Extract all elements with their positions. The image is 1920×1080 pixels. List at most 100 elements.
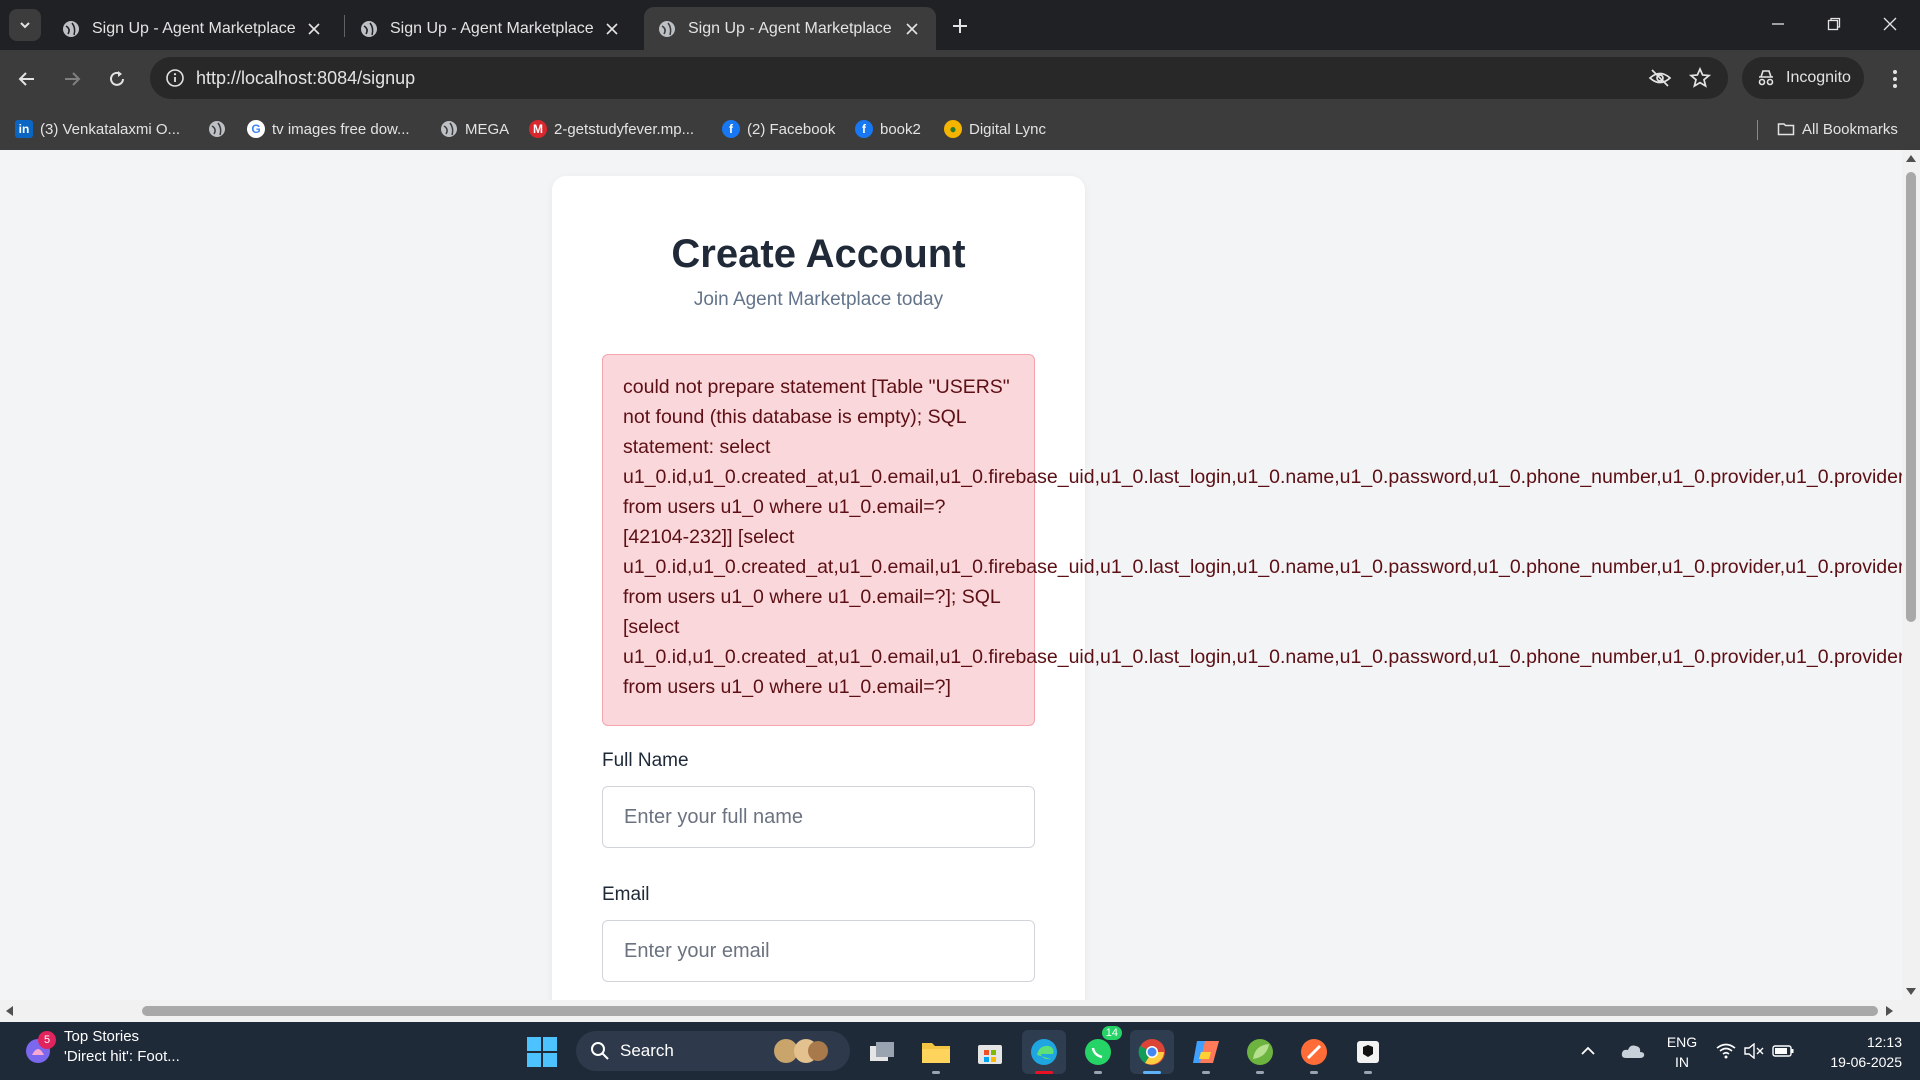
error-line: [select	[623, 616, 680, 638]
start-button[interactable]	[527, 1037, 557, 1072]
app-indicator	[1202, 1071, 1210, 1074]
error-line: could not prepare statement [Table "USER…	[623, 376, 1010, 398]
restore-button[interactable]	[1806, 0, 1862, 48]
browser-menu-button[interactable]	[1880, 64, 1910, 94]
all-bookmarks-label: All Bookmarks	[1802, 120, 1898, 138]
bookmark-label: tv images free dow...	[272, 120, 410, 138]
bookmark-mega[interactable]: MEGA	[440, 117, 509, 141]
scroll-down-icon[interactable]	[1906, 988, 1916, 996]
network-volume-battery-tray[interactable]	[1716, 1022, 1794, 1080]
back-button[interactable]	[10, 62, 44, 96]
spring-tool-button[interactable]	[1238, 1030, 1282, 1074]
system-clock[interactable]: 12:13 19-06-2025	[1812, 1032, 1902, 1072]
globe-icon	[361, 20, 377, 37]
onedrive-tray[interactable]	[1620, 1022, 1646, 1080]
news-headline: 'Direct hit': Foot...	[64, 1048, 180, 1065]
all-bookmarks-button[interactable]: All Bookmarks	[1777, 117, 1898, 141]
full-name-input[interactable]	[602, 786, 1035, 848]
incognito-badge[interactable]: Incognito	[1742, 57, 1864, 99]
scroll-right-icon[interactable]	[1886, 1006, 1894, 1016]
reload-button[interactable]	[100, 62, 134, 96]
eye-slash-icon[interactable]	[1648, 66, 1672, 95]
copilot-button[interactable]	[1184, 1030, 1228, 1074]
bookmark-label: MEGA	[465, 120, 510, 138]
globe-icon	[441, 121, 457, 137]
bookmark-globe[interactable]	[208, 117, 233, 141]
search-icon	[591, 1042, 609, 1060]
app-indicator	[932, 1071, 940, 1074]
arrow-left-icon	[18, 72, 34, 86]
bookmark-star-icon[interactable]	[1688, 66, 1712, 95]
close-icon[interactable]	[304, 19, 324, 39]
volume-muted-icon	[1744, 1043, 1764, 1059]
wifi-icon	[1716, 1043, 1736, 1059]
chevron-up-icon	[1581, 1046, 1595, 1055]
minimize-button[interactable]	[1750, 0, 1806, 48]
full-name-label: Full Name	[602, 750, 689, 771]
error-line: [42104-232]] [select	[623, 526, 795, 548]
taskbar-search[interactable]: Search	[576, 1031, 850, 1071]
bookmark-google[interactable]: G tv images free dow...	[247, 117, 410, 141]
bookmark-getstudyfever[interactable]: M 2-getstudyfever.mp...	[529, 117, 694, 141]
tab-title: Sign Up - Agent Marketplace	[92, 19, 296, 37]
cloud-icon	[1621, 1045, 1645, 1058]
vertical-scrollbar[interactable]	[1902, 150, 1920, 1000]
bookmark-facebook[interactable]: f (2) Facebook	[722, 117, 835, 141]
tab-divider	[344, 15, 345, 37]
page-title: Create Account	[671, 232, 966, 276]
news-badge: 5	[38, 1031, 56, 1049]
postman-button[interactable]	[1292, 1030, 1336, 1074]
error-line: u1_0.id,u1_0.created_at,u1_0.email,u1_0.…	[623, 646, 1902, 668]
folder-icon	[1777, 123, 1795, 136]
error-line: from users u1_0 where u1_0.email=?]; SQL	[623, 586, 1001, 608]
tab-3-active[interactable]: Sign Up - Agent Marketplace	[644, 7, 936, 50]
tab-title: Sign Up - Agent Marketplace	[390, 19, 594, 37]
email-input[interactable]	[602, 920, 1035, 982]
close-icon[interactable]	[902, 19, 922, 39]
app-indicator	[1310, 1071, 1318, 1074]
horizontal-scrollbar[interactable]	[0, 1000, 1920, 1022]
input-language[interactable]: ENG IN	[1662, 1032, 1702, 1072]
scroll-up-icon[interactable]	[1906, 154, 1916, 162]
forward-button[interactable]	[55, 62, 89, 96]
vertical-scroll-thumb[interactable]	[1906, 172, 1916, 622]
chrome-icon	[1138, 1039, 1165, 1065]
tab-1[interactable]: Sign Up - Agent Marketplace	[48, 7, 338, 50]
microsoft-store-button[interactable]	[968, 1030, 1012, 1074]
url-text[interactable]: http://localhost:8084/signup	[196, 68, 415, 89]
lang-line1: ENG	[1666, 1034, 1698, 1050]
bookmark-digital-lync[interactable]: ● Digital Lync	[944, 117, 1046, 141]
whatsapp-button[interactable]: 14	[1076, 1026, 1122, 1074]
show-hidden-icons-button[interactable]	[1580, 1022, 1596, 1080]
browser-toolbar: http://localhost:8084/signup Incognito	[0, 50, 1920, 107]
facebook-icon: f	[855, 120, 873, 138]
clock-time: 12:13	[1866, 1034, 1902, 1050]
page-subtitle: Join Agent Marketplace today	[693, 289, 944, 310]
bookmark-label: (2) Facebook	[747, 120, 836, 138]
lang-line2: IN	[1675, 1054, 1689, 1070]
chrome-button[interactable]	[1130, 1030, 1174, 1074]
file-explorer-button[interactable]	[914, 1030, 958, 1074]
globe-icon	[209, 121, 225, 137]
postman-icon	[1301, 1039, 1327, 1065]
reload-icon	[110, 71, 124, 86]
task-view-button[interactable]	[860, 1030, 904, 1074]
app-cube-button[interactable]	[1346, 1030, 1390, 1074]
minimize-icon	[1772, 23, 1784, 25]
new-tab-button[interactable]	[944, 10, 976, 42]
close-icon[interactable]	[602, 19, 622, 39]
edge-button[interactable]	[1022, 1030, 1066, 1074]
tab-2[interactable]: Sign Up - Agent Marketplace	[346, 7, 636, 50]
site-info-icon[interactable]	[160, 63, 190, 93]
tab-search-button[interactable]	[9, 9, 41, 41]
horizontal-scroll-thumb[interactable]	[142, 1006, 1878, 1016]
news-widget[interactable]: 5 Top Stories 'Direct hit': Foot...	[22, 1027, 180, 1067]
bookmark-book2[interactable]: f book2	[855, 117, 921, 141]
window-close-button[interactable]	[1862, 0, 1918, 48]
bookmark-linkedin[interactable]: in (3) Venkatalaxmi O...	[15, 117, 180, 141]
app-indicator	[1035, 1071, 1053, 1074]
scroll-left-icon[interactable]	[5, 1006, 13, 1016]
address-bar[interactable]: http://localhost:8084/signup	[150, 57, 1728, 99]
search-highlight-icon	[774, 1039, 828, 1063]
error-line: from users u1_0 where u1_0.email=?]	[623, 676, 951, 698]
